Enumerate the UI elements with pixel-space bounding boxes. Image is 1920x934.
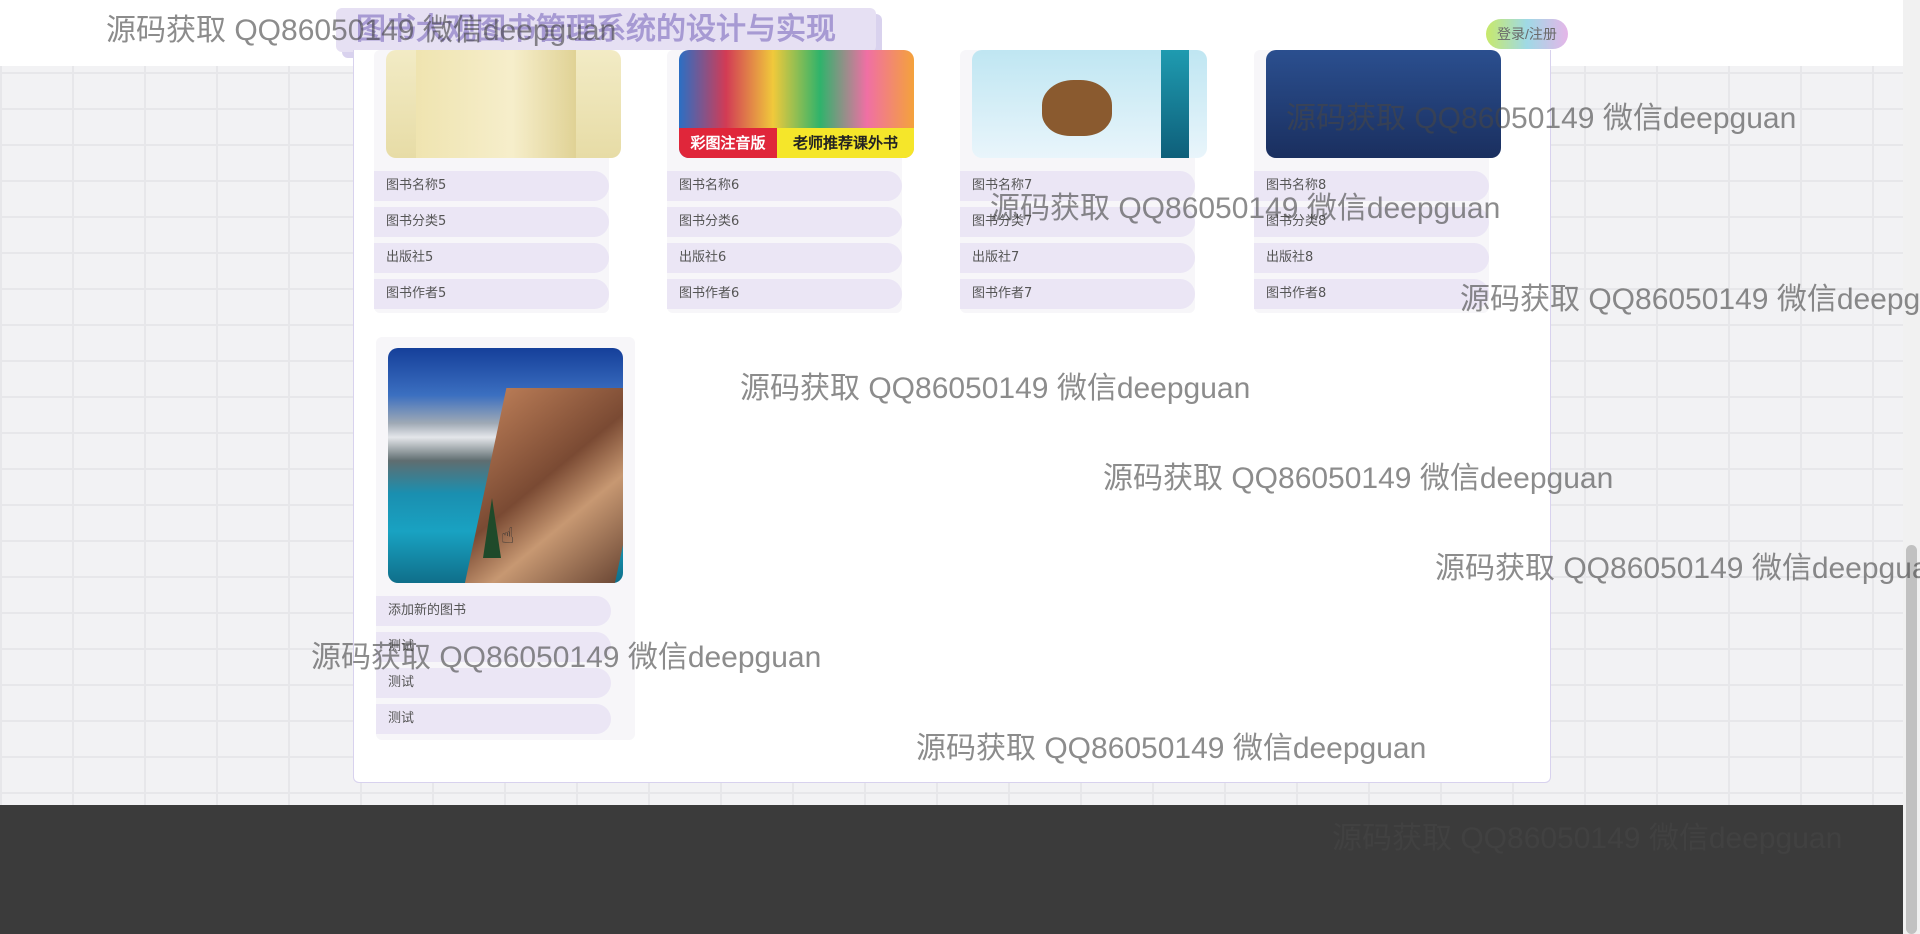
book-card[interactable]: 图书名称5 图书分类5 出版社5 图书作者5 bbox=[374, 50, 621, 313]
book-author: 图书作者8 bbox=[1254, 279, 1489, 309]
book-name[interactable]: 图书名称5 bbox=[374, 171, 609, 201]
login-register-button[interactable]: 登录/注册 bbox=[1486, 19, 1568, 49]
book-card[interactable]: 图书名称8 图书分类8 出版社8 图书作者8 bbox=[1254, 50, 1501, 313]
book-name[interactable]: 图书名称7 bbox=[960, 171, 1195, 201]
book-publisher: 出版社5 bbox=[374, 243, 609, 273]
site-title: 图书大观图书管理系统的设计与实现 bbox=[336, 8, 876, 52]
book-category: 测试 bbox=[376, 632, 611, 662]
book-publisher: 出版社7 bbox=[960, 243, 1195, 273]
book-publisher: 测试 bbox=[376, 668, 611, 698]
hand-cursor-icon: ☝ bbox=[501, 524, 515, 549]
bear-illustration bbox=[1042, 80, 1112, 136]
book-author: 图书作者5 bbox=[374, 279, 609, 309]
book-card[interactable]: 图书名称7 图书分类7 出版社7 图书作者7 bbox=[960, 50, 1207, 313]
book-cover-image[interactable] bbox=[386, 50, 621, 158]
book-publisher: 出版社6 bbox=[667, 243, 902, 273]
book-category: 图书分类5 bbox=[374, 207, 609, 237]
book-category: 图书分类7 bbox=[960, 207, 1195, 237]
book-author: 测试 bbox=[376, 704, 611, 734]
cover-badge-teacher-recommended: 老师推荐课外书 bbox=[777, 128, 914, 158]
book-author: 图书作者6 bbox=[667, 279, 902, 309]
book-name[interactable]: 图书名称6 bbox=[667, 171, 902, 201]
cover-badge-color-phonetic: 彩图注音版 bbox=[679, 128, 777, 158]
book-list-panel: 图书名称5 图书分类5 出版社5 图书作者5 彩图注音版 老师推荐课外书 图书名… bbox=[353, 50, 1551, 783]
cover-stripe-graphic bbox=[1161, 50, 1189, 158]
scrollbar-thumb[interactable] bbox=[1906, 545, 1917, 934]
book-name[interactable]: 图书名称8 bbox=[1254, 171, 1489, 201]
book-spine-graphic bbox=[416, 50, 576, 158]
book-card[interactable]: 彩图注音版 老师推荐课外书 图书名称6 图书分类6 出版社6 图书作者6 bbox=[667, 50, 914, 313]
book-cover-image[interactable] bbox=[1266, 50, 1501, 158]
book-author: 图书作者7 bbox=[960, 279, 1195, 309]
book-cover-image[interactable]: 彩图注音版 老师推荐课外书 bbox=[679, 50, 914, 158]
book-publisher: 出版社8 bbox=[1254, 243, 1489, 273]
book-name[interactable]: 添加新的图书 bbox=[376, 596, 611, 626]
book-category: 图书分类6 bbox=[667, 207, 902, 237]
book-cover-image[interactable] bbox=[972, 50, 1207, 158]
page-footer bbox=[0, 805, 1903, 934]
page-scrollbar[interactable] bbox=[1903, 0, 1920, 934]
book-category: 图书分类8 bbox=[1254, 207, 1489, 237]
